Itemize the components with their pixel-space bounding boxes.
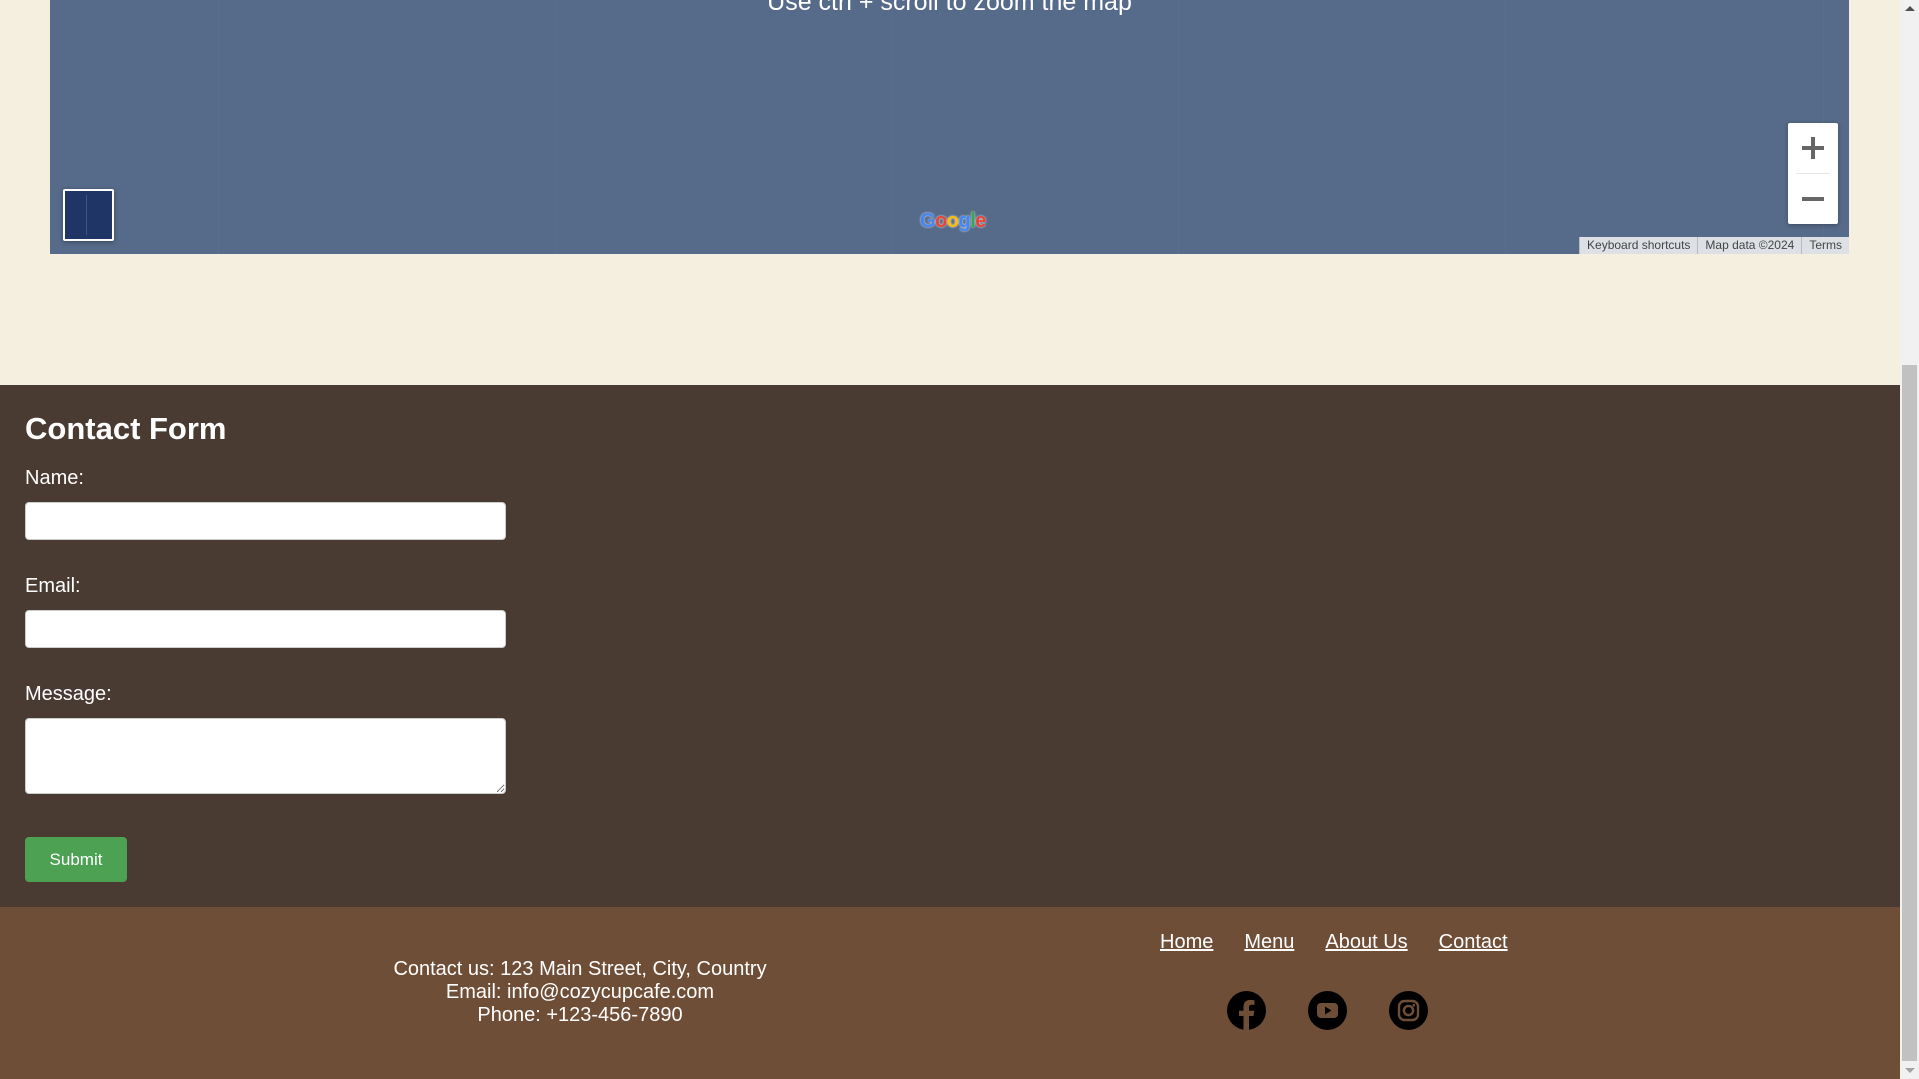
email-input[interactable]: [25, 610, 506, 648]
google-logo: Google: [920, 210, 986, 232]
arrow-up-icon: [1904, 6, 1915, 11]
facebook-icon[interactable]: [1227, 991, 1266, 1030]
footer-link-contact[interactable]: Contact: [1439, 931, 1508, 954]
terms-link[interactable]: Terms: [1801, 237, 1849, 254]
footer-link-menu[interactable]: Menu: [1244, 931, 1294, 954]
footer-phone: Phone: +123-456-7890: [477, 1004, 683, 1026]
name-input[interactable]: [25, 502, 506, 540]
zoom-out-button[interactable]: [1788, 174, 1838, 224]
footer-address: Contact us: 123 Main Street, City, Count…: [393, 958, 767, 980]
map-type-toggle-button[interactable]: [63, 189, 114, 241]
message-textarea[interactable]: [25, 718, 506, 794]
social-links: [1227, 991, 1428, 1030]
scrollbar-thumb[interactable]: [1902, 365, 1917, 1061]
minus-icon: [1802, 188, 1824, 210]
footer: Contact us: 123 Main Street, City, Count…: [0, 907, 1900, 1079]
plus-icon: [1802, 137, 1824, 159]
keyboard-shortcuts-link[interactable]: Keyboard shortcuts: [1579, 237, 1698, 254]
map-embed[interactable]: Use ctrl + scroll to zoom the map Google…: [50, 0, 1849, 254]
page-scrollbar[interactable]: [1900, 0, 1919, 1079]
footer-nav: Home Menu About Us Contact: [1160, 931, 1508, 954]
scroll-up-button[interactable]: [1900, 0, 1919, 17]
footer-contact-info: Contact us: 123 Main Street, City, Count…: [330, 958, 830, 1027]
arrow-down-icon: [1904, 1068, 1915, 1073]
instagram-icon[interactable]: [1389, 991, 1428, 1030]
name-label: Name:: [25, 467, 84, 489]
map-attribution: Keyboard shortcuts Map data ©2024 Terms: [1579, 237, 1849, 254]
contact-form-section: Contact Form Name: Email: Message: Submi…: [0, 385, 1900, 907]
map-zoom-hint: Use ctrl + scroll to zoom the map: [767, 0, 1132, 16]
submit-button[interactable]: Submit: [25, 837, 127, 882]
map-data-text: Map data ©2024: [1697, 237, 1802, 254]
map-zoom-controls: [1788, 123, 1838, 224]
footer-link-home[interactable]: Home: [1160, 931, 1213, 954]
youtube-icon[interactable]: [1308, 991, 1347, 1030]
contact-form-title: Contact Form: [25, 411, 227, 446]
scroll-down-button[interactable]: [1900, 1062, 1919, 1079]
email-label: Email:: [25, 575, 81, 597]
message-label: Message:: [25, 683, 112, 705]
footer-link-about-us[interactable]: About Us: [1325, 931, 1407, 954]
footer-email: Email: info@cozycupcafe.com: [445, 981, 715, 1003]
zoom-in-button[interactable]: [1788, 123, 1838, 173]
